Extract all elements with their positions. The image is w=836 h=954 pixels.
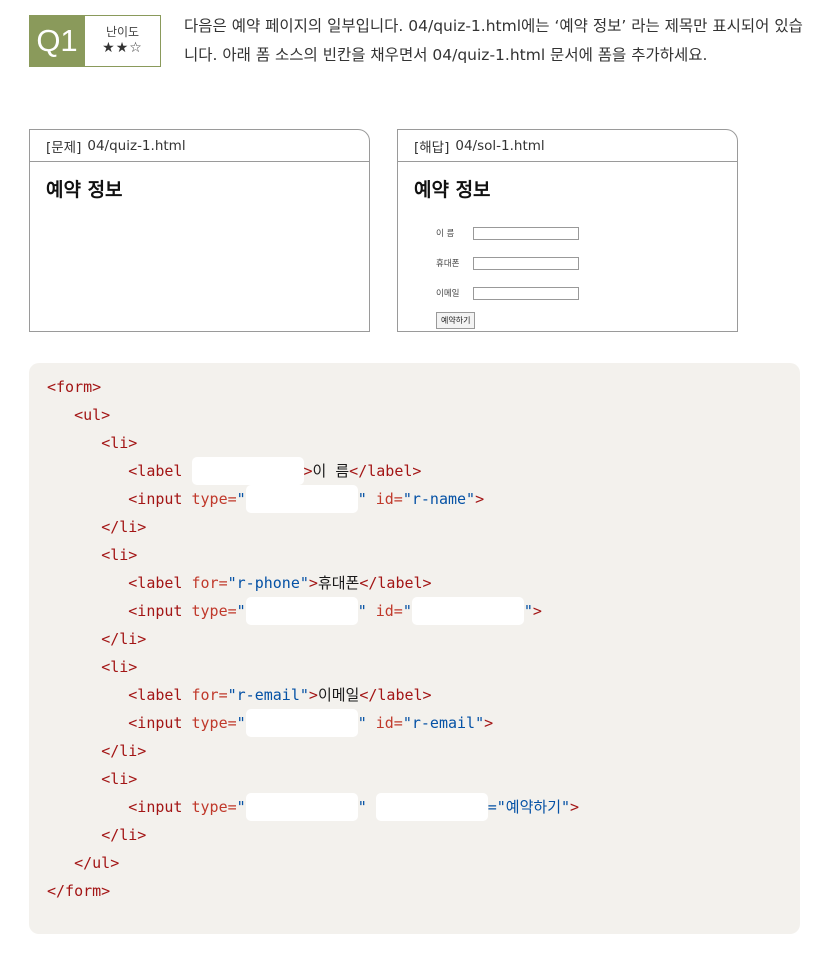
blank-input[interactable] [245,709,358,737]
blank-input[interactable] [245,485,358,513]
solution-tag: [해답] [414,139,450,156]
demo-submit-button[interactable]: 예약하기 [436,312,476,329]
code-line: </li> [101,518,147,536]
solution-panel-header: [해답] 04/sol-1.html [398,130,737,162]
code-line: <input type=" " id="r-email"> [47,709,493,737]
demo-row-name: 이 름 [436,218,579,248]
code-line: </li> [101,630,147,648]
blank-input[interactable] [375,793,488,821]
code-line: <li> [101,546,138,564]
code-line: <ul> [74,406,111,424]
problem-panel-header: [문제] 04/quiz-1.html [30,130,369,162]
blank-input[interactable] [245,793,358,821]
code-line: <input type=" " id=" "> [47,597,542,625]
code-line: <li> [101,770,138,788]
code-block: <form> <ul> <li> <label >이 름</label> <in… [29,363,800,934]
question-text: 다음은 예약 페이지의 일부입니다. 04/quiz-1.html에는 ‘예약 … [184,17,803,64]
demo-input-name[interactable] [473,226,579,240]
blank-input[interactable] [245,597,358,625]
problem-filename: 04/quiz-1.html [87,137,186,154]
difficulty-label: 난이도 [105,25,140,39]
demo-row-phone: 휴대폰 [436,248,579,278]
code-line: <li> [101,658,138,676]
demo-label-phone: 휴대폰 [436,259,460,269]
blank-input[interactable] [411,597,524,625]
code-line: </form> [47,882,111,900]
code-line: <label for="r-email">이메일</label> [128,686,432,704]
problem-tag: [문제] [46,139,82,156]
problem-panel: [문제] 04/quiz-1.html 예약 정보 [29,129,370,332]
code-line: <li> [101,434,138,452]
demo-label-email: 이메일 [436,289,460,299]
code-line: <form> [47,378,102,396]
code-line: </li> [101,742,147,760]
solution-panel: [해답] 04/sol-1.html 예약 정보 이 름 휴대폰 이메일 예약하… [397,129,738,332]
solution-filename: 04/sol-1.html [455,137,545,154]
solution-page-title: 예약 정보 [414,179,491,201]
code-line: <label for="r-phone">휴대폰</label> [128,574,432,592]
code-line: <input type=" " ="예약하기"> [47,793,579,821]
demo-label-name: 이 름 [436,229,455,239]
demo-input-phone[interactable] [473,256,579,270]
demo-row-email: 이메일 [436,278,579,308]
difficulty-box: 난이도 ★★☆ [85,15,161,67]
problem-page-title: 예약 정보 [46,179,123,201]
difficulty-stars-icon: ★★☆ [102,40,143,56]
question-number: Q1 [29,15,85,67]
demo-input-email[interactable] [473,286,579,300]
code-line: <input type=" " id="r-name"> [47,485,484,513]
code-line: </ul> [74,854,120,872]
demo-form: 이 름 휴대폰 이메일 예약하기 [436,218,579,329]
question-badge: Q1 난이도 ★★☆ [29,15,161,67]
blank-input[interactable] [191,457,304,485]
code-line: <label >이 름</label> [47,457,421,485]
code-line: </li> [101,826,147,844]
